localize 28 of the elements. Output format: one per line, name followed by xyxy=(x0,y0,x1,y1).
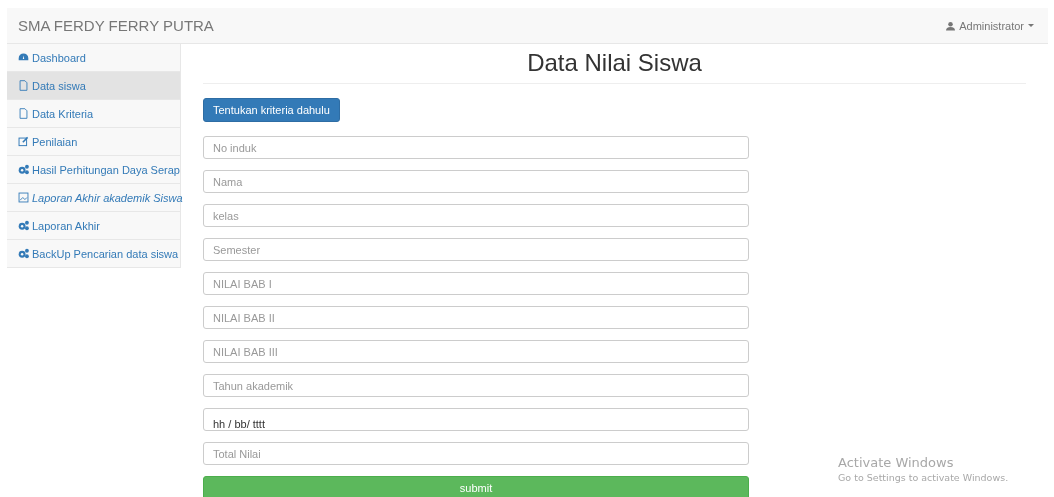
sidebar-item[interactable]: Data siswa xyxy=(7,72,180,100)
input-field[interactable]: kelas xyxy=(203,204,749,227)
input-field[interactable]: Tahun akademik xyxy=(203,374,749,397)
input-field[interactable]: NILAI BAB III xyxy=(203,340,749,363)
submit-button[interactable]: submit xyxy=(203,476,749,497)
image-icon xyxy=(18,192,29,203)
activation-message: Go to Settings to activate Windows. xyxy=(838,472,1009,483)
cogs-icon xyxy=(18,220,29,231)
user-icon xyxy=(946,20,956,31)
input-field[interactable]: Semester xyxy=(203,238,749,261)
date-field[interactable]: hh / bb/ tttt xyxy=(203,408,749,431)
input-field[interactable]: NILAI BAB II xyxy=(203,306,749,329)
user-menu[interactable]: Administrator xyxy=(946,19,1034,32)
activation-title: Activate Windows xyxy=(838,455,955,470)
input-field[interactable]: No induk xyxy=(203,136,749,159)
file-icon xyxy=(18,80,29,91)
cogs-icon xyxy=(18,248,29,259)
brand-title[interactable]: SMA FERDY FERRY PUTRA xyxy=(18,17,214,34)
input-field[interactable]: NILAI BAB I xyxy=(203,272,749,295)
cogs-icon xyxy=(18,164,29,175)
file-icon xyxy=(18,108,29,119)
input-field[interactable]: Total Nilai xyxy=(203,442,749,465)
edit-icon xyxy=(18,136,29,147)
caret-icon xyxy=(1028,23,1034,28)
dashboard-icon xyxy=(18,52,29,63)
page-title: Data Nilai Siswa xyxy=(203,44,1026,84)
criteria-button[interactable]: Tentukan kriteria dahulu xyxy=(203,98,340,122)
input-field[interactable]: Nama xyxy=(203,170,749,193)
